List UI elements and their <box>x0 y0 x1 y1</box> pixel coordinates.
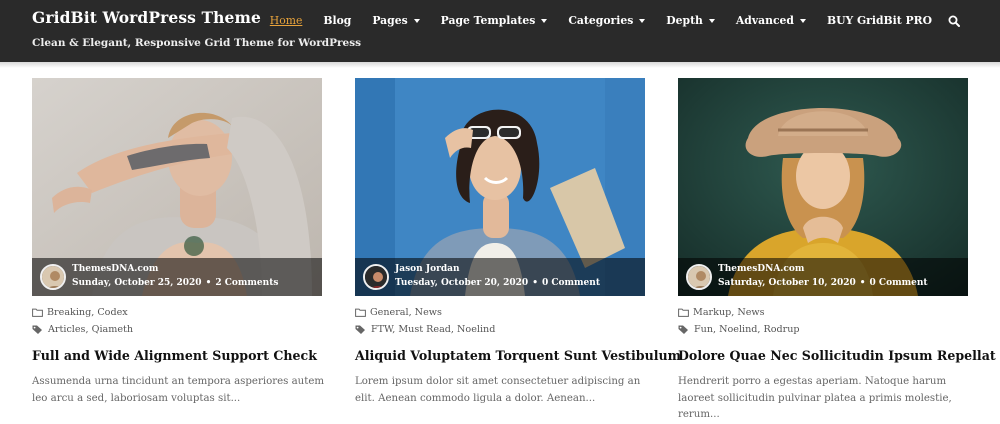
nav-item-label: Depth <box>666 14 703 27</box>
nav-item-buy-pro[interactable]: BUY GridBit PRO <box>827 14 932 27</box>
post-comments[interactable]: 0 Comment <box>542 278 600 288</box>
tag-links[interactable]: FTW, Must Read, Noelind <box>371 324 495 335</box>
post-comments[interactable]: 0 Comment <box>870 278 928 288</box>
post-author[interactable]: ThemesDNA.com <box>718 264 804 274</box>
folder-icon <box>32 308 43 317</box>
post-title[interactable]: Full and Wide Alignment Support Check <box>32 348 317 363</box>
post-dateline: Tuesday, October 20, 2020 • 0 Comment <box>395 278 600 288</box>
post-title[interactable]: Dolore Quae Nec Sollicitudin Ipsum Repel… <box>678 348 996 363</box>
folder-icon <box>355 308 366 317</box>
tags-icon <box>678 325 688 334</box>
tag-links[interactable]: Articles, Qiameth <box>48 324 133 335</box>
header-shadow <box>0 62 1000 68</box>
post-dateline: Saturday, October 10, 2020 • 0 Comment <box>718 278 928 288</box>
post-categories: General, News <box>355 307 442 318</box>
post-author[interactable]: Jason Jordan <box>395 264 460 274</box>
post-tags: Fun, Noelind, Rodrup <box>678 324 800 335</box>
category-links[interactable]: Breaking, Codex <box>47 307 128 318</box>
post-excerpt: Assumenda urna tincidunt an tempora aspe… <box>32 376 325 404</box>
nav-item-label: Categories <box>568 14 634 27</box>
search-icon <box>948 15 960 27</box>
nav-item-page-templates[interactable]: Page Templates <box>441 14 548 27</box>
post-thumbnail[interactable]: ThemesDNA.com Saturday, October 10, 2020… <box>678 78 968 296</box>
chevron-down-icon <box>799 19 806 23</box>
separator: • <box>205 278 212 288</box>
category-links[interactable]: Markup, News <box>693 307 765 318</box>
tags-icon <box>355 325 365 334</box>
search-button[interactable] <box>948 15 960 27</box>
main-nav: Home Blog Pages Page Templates Categorie… <box>270 14 960 27</box>
post-comments[interactable]: 2 Comments <box>215 278 278 288</box>
tag-links[interactable]: Fun, Noelind, Rodrup <box>694 324 800 335</box>
post-excerpt: Lorem ipsum dolor sit amet consectetuer … <box>355 376 641 404</box>
separator: • <box>859 278 866 288</box>
post-dateline: Sunday, October 25, 2020 • 2 Comments <box>72 278 278 288</box>
tags-icon <box>32 325 42 334</box>
site-tagline: Clean & Elegant, Responsive Grid Theme f… <box>32 37 362 49</box>
post-tags: FTW, Must Read, Noelind <box>355 324 495 335</box>
site-title[interactable]: GridBit WordPress Theme <box>32 8 261 27</box>
nav-item-blog[interactable]: Blog <box>323 14 351 27</box>
site-header: GridBit WordPress Theme Clean & Elegant,… <box>0 0 1000 62</box>
chevron-down-icon <box>639 19 646 23</box>
post-card: Jason Jordan Tuesday, October 20, 2020 • 0… <box>355 78 681 404</box>
chevron-down-icon <box>413 19 420 23</box>
nav-item-advanced[interactable]: Advanced <box>736 14 806 27</box>
chevron-down-icon <box>541 19 548 23</box>
nav-item-label: Page Templates <box>440 14 536 27</box>
post-categories: Markup, News <box>678 307 765 318</box>
chevron-down-icon <box>708 19 715 23</box>
avatar[interactable] <box>40 264 66 290</box>
post-categories: Breaking, Codex <box>32 307 128 318</box>
nav-item-pages[interactable]: Pages <box>372 14 420 27</box>
nav-item-label: Pages <box>372 14 408 27</box>
post-meta-overlay: Jason Jordan Tuesday, October 20, 2020 • 0… <box>355 258 645 296</box>
avatar[interactable] <box>363 264 389 290</box>
post-meta-overlay: ThemesDNA.com Saturday, October 10, 2020… <box>678 258 968 296</box>
post-card: ThemesDNA.com Saturday, October 10, 2020… <box>678 78 996 420</box>
post-thumbnail[interactable]: ThemesDNA.com Sunday, October 25, 2020 • 2… <box>32 78 322 296</box>
post-date[interactable]: Saturday, October 10, 2020 <box>718 278 856 288</box>
post-meta-overlay: ThemesDNA.com Sunday, October 25, 2020 • 2… <box>32 258 322 296</box>
post-date[interactable]: Sunday, October 25, 2020 <box>72 278 202 288</box>
post-card: ThemesDNA.com Sunday, October 25, 2020 • 2… <box>32 78 324 404</box>
post-author[interactable]: ThemesDNA.com <box>72 264 158 274</box>
post-thumbnail[interactable]: Jason Jordan Tuesday, October 20, 2020 • 0… <box>355 78 645 296</box>
nav-item-label: Advanced <box>735 14 794 27</box>
nav-item-depth[interactable]: Depth <box>666 14 715 27</box>
nav-item-categories[interactable]: Categories <box>568 14 646 27</box>
category-links[interactable]: General, News <box>370 307 442 318</box>
folder-icon <box>678 308 689 317</box>
nav-item-home[interactable]: Home <box>270 14 303 27</box>
post-tags: Articles, Qiameth <box>32 324 133 335</box>
post-title[interactable]: Aliquid Voluptatem Torquent Sunt Vestibu… <box>355 348 681 363</box>
separator: • <box>532 278 538 288</box>
avatar[interactable] <box>686 264 712 290</box>
post-date[interactable]: Tuesday, October 20, 2020 <box>395 278 528 288</box>
post-excerpt: Hendrerit porro a egestas aperiam. Natoq… <box>678 376 952 420</box>
